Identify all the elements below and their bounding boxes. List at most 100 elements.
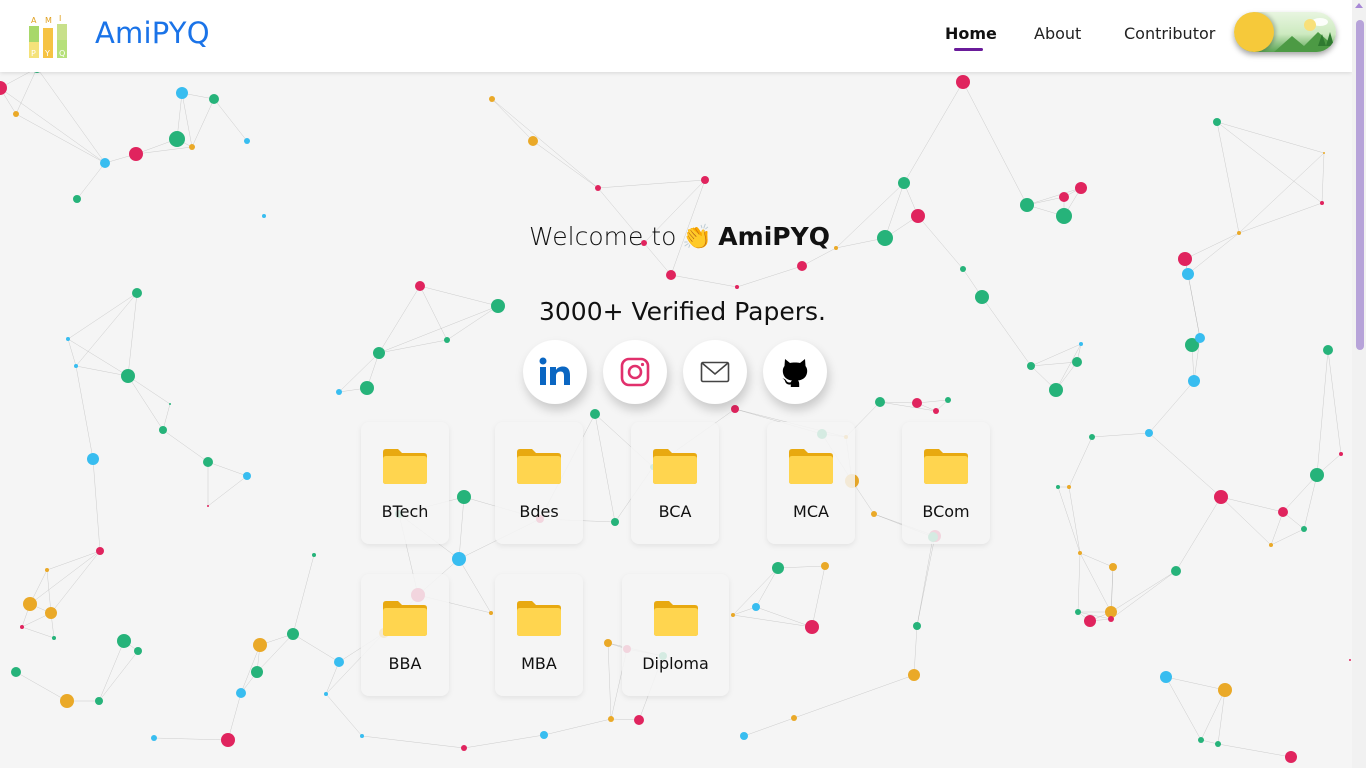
- network-dot: [87, 453, 99, 465]
- network-dot: [1214, 490, 1228, 504]
- course-card-mba[interactable]: MBA: [495, 574, 583, 696]
- network-dot: [96, 547, 104, 555]
- network-dot: [834, 246, 838, 250]
- sun-icon: [1234, 12, 1274, 52]
- folder-icon: [517, 449, 561, 484]
- network-dot: [60, 694, 74, 708]
- network-dot: [74, 364, 78, 368]
- network-dot: [1109, 563, 1117, 571]
- network-dot: [1084, 615, 1096, 627]
- network-dot: [1301, 526, 1307, 532]
- network-dot: [912, 398, 922, 408]
- course-label: MCA: [793, 502, 829, 521]
- brand-name[interactable]: AmiPYQ: [95, 16, 210, 50]
- instagram-icon: [620, 357, 650, 387]
- network-dot: [791, 715, 797, 721]
- network-dot: [121, 369, 135, 383]
- network-dot: [1072, 357, 1082, 367]
- network-dot: [373, 347, 385, 359]
- instagram-button[interactable]: [603, 340, 667, 404]
- nav-home[interactable]: Home: [945, 24, 997, 43]
- network-dot: [528, 136, 538, 146]
- network-dot: [11, 667, 21, 677]
- network-dot: [73, 195, 81, 203]
- network-dot: [1075, 182, 1087, 194]
- github-button[interactable]: [763, 340, 827, 404]
- linkedin-button[interactable]: [523, 340, 587, 404]
- course-label: Bdes: [519, 502, 559, 521]
- folder-icon: [383, 601, 427, 636]
- network-dot: [169, 403, 171, 405]
- network-dot: [1160, 671, 1172, 683]
- network-dot: [1195, 333, 1205, 343]
- network-dot: [262, 214, 266, 218]
- network-dot: [45, 607, 57, 619]
- network-dot: [452, 552, 466, 566]
- course-label: BTech: [381, 502, 429, 521]
- network-dot: [45, 568, 49, 572]
- folder-icon: [653, 449, 697, 484]
- scrollbar-thumb[interactable]: [1356, 20, 1364, 350]
- network-dot: [1067, 485, 1071, 489]
- network-dot: [805, 620, 819, 634]
- network-dot: [1285, 751, 1297, 763]
- github-icon: [782, 359, 808, 387]
- theme-toggle[interactable]: [1234, 12, 1336, 52]
- network-dot: [209, 94, 219, 104]
- network-dot: [701, 176, 709, 184]
- network-dot: [1213, 118, 1221, 126]
- logo-letter: Q: [59, 49, 65, 58]
- welcome-brand: AmiPYQ: [718, 222, 830, 251]
- network-dot: [251, 666, 263, 678]
- network-dot: [1020, 198, 1034, 212]
- email-button[interactable]: [683, 340, 747, 404]
- network-dot: [52, 636, 56, 640]
- course-card-bdes[interactable]: Bdes: [495, 422, 583, 544]
- logo-letter: Y: [44, 49, 50, 58]
- network-dot: [1278, 507, 1288, 517]
- network-dot: [540, 731, 548, 739]
- network-dot: [1056, 485, 1060, 489]
- welcome-heading: Welcome to 👏 AmiPYQ: [529, 222, 830, 251]
- network-dot: [1178, 252, 1192, 266]
- course-card-bca[interactable]: BCA: [631, 422, 719, 544]
- network-dot: [1075, 609, 1081, 615]
- course-card-bba[interactable]: BBA: [361, 574, 449, 696]
- folder-icon: [383, 449, 427, 484]
- page-scrollbar[interactable]: [1352, 0, 1366, 768]
- clap-emoji-icon: 👏: [682, 223, 713, 251]
- network-dot: [1349, 659, 1351, 661]
- course-card-btech[interactable]: BTech: [361, 422, 449, 544]
- network-dot: [1059, 192, 1069, 202]
- network-dot: [945, 397, 951, 403]
- nav-about[interactable]: About: [1034, 24, 1081, 43]
- network-dot: [960, 266, 966, 272]
- network-dot: [0, 81, 7, 95]
- course-card-mca[interactable]: MCA: [767, 422, 855, 544]
- nav-contributor[interactable]: Contributor: [1124, 24, 1215, 43]
- network-dot: [132, 288, 142, 298]
- course-card-bcom[interactable]: BCom: [902, 422, 990, 544]
- network-dot: [489, 96, 495, 102]
- network-dot: [95, 697, 103, 705]
- scroll-up-arrow-icon[interactable]: [1355, 3, 1363, 8]
- network-dot: [444, 337, 450, 343]
- network-dot: [324, 692, 328, 696]
- network-dot: [312, 553, 316, 557]
- network-dot: [457, 490, 471, 504]
- network-dot: [1089, 434, 1095, 440]
- course-card-diploma[interactable]: Diploma: [622, 574, 729, 696]
- network-dot: [334, 657, 344, 667]
- network-dot: [898, 177, 910, 189]
- network-dot: [236, 688, 246, 698]
- network-dot: [134, 647, 142, 655]
- network-dot: [1188, 375, 1200, 387]
- folder-icon: [789, 449, 833, 484]
- course-label: MBA: [521, 654, 557, 673]
- network-dot: [117, 634, 131, 648]
- course-label: BBA: [388, 654, 422, 673]
- network-dot: [287, 628, 299, 640]
- network-dot: [207, 505, 209, 507]
- network-dot: [634, 715, 644, 725]
- network-dot: [611, 518, 619, 526]
